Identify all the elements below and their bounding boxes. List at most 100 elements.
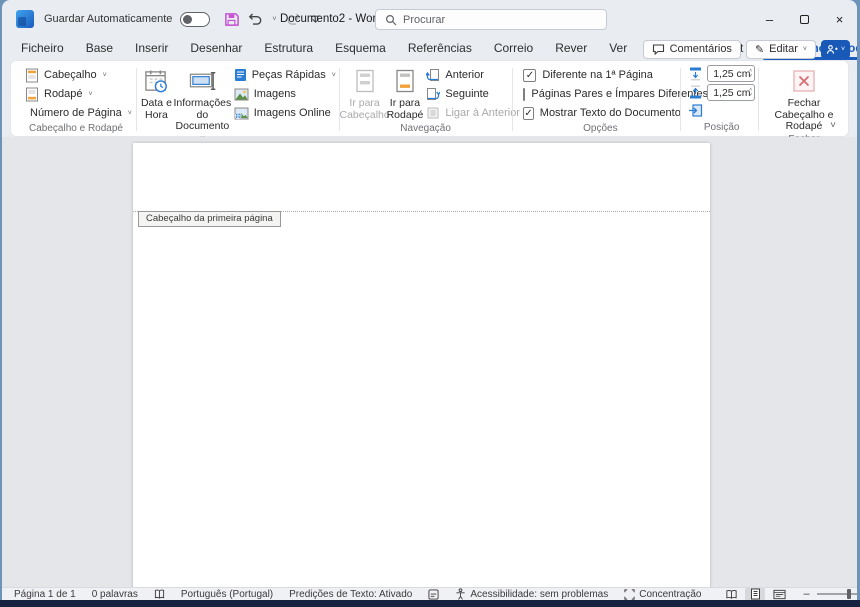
go-to-footer-button[interactable]: Ir para Rodapé	[387, 63, 424, 122]
close-header-footer-icon	[792, 69, 816, 93]
alignment-tab-icon	[688, 103, 703, 118]
header-from-top-input[interactable]: 1,25 cm ˄˅	[707, 65, 755, 82]
window-bottom-edge	[0, 600, 860, 607]
spinner-arrows-icon[interactable]: ˄˅	[749, 66, 752, 81]
save-icon[interactable]	[224, 12, 239, 27]
accessibility-status[interactable]: Acessibilidade: sem problemas	[455, 588, 608, 600]
proofing-icon[interactable]	[154, 589, 165, 600]
tab-esquema[interactable]: Esquema	[324, 38, 397, 60]
tab-base[interactable]: Base	[75, 38, 124, 60]
header-position-icon	[688, 66, 703, 81]
tab-referencias[interactable]: Referências	[397, 38, 483, 60]
link-to-previous-label: Ligar à Anterior	[445, 107, 520, 119]
date-time-label: Data e Hora	[140, 98, 173, 121]
edit-mode-button[interactable]: ✎ Editar ˅	[746, 40, 816, 59]
tab-estrutura[interactable]: Estrutura	[253, 38, 324, 60]
go-header-icon	[355, 69, 375, 93]
different-first-page-checkbox[interactable]: ✓ Diferente na 1ª Página	[523, 66, 677, 84]
group-separator	[758, 68, 759, 131]
share-button[interactable]: ˅	[821, 40, 850, 59]
tab-desenhar[interactable]: Desenhar	[179, 38, 253, 60]
toggle-knob-icon	[183, 15, 192, 24]
footer-label: Rodapé	[44, 88, 83, 100]
alignment-tab-button[interactable]	[688, 103, 755, 118]
footer-button[interactable]: Rodapé˅	[25, 85, 127, 103]
group-name-options: Opções	[523, 122, 677, 136]
maximize-icon	[800, 15, 809, 24]
link-to-previous-button: Ligar à Anterior	[426, 104, 520, 122]
pictures-label: Imagens	[254, 88, 296, 100]
doc-info-icon	[189, 70, 216, 92]
window-controls: – ×	[752, 0, 857, 38]
language-indicator[interactable]: Português (Portugal)	[181, 589, 273, 600]
tab-correio[interactable]: Correio	[483, 38, 544, 60]
header-from-top-field[interactable]: 1,25 cm ˄˅	[688, 65, 755, 82]
text-predictions[interactable]: Predições de Texto: Ativado	[289, 589, 412, 600]
zoom-slider-thumb[interactable]	[847, 589, 851, 599]
doc-info-button[interactable]: Informações do Documento ˅	[173, 63, 232, 144]
text-predictions-label: Predições de Texto: Ativado	[289, 589, 412, 600]
page-number-button[interactable]: Número de Página˅	[25, 104, 127, 122]
tab-ficheiro[interactable]: Ficheiro	[10, 38, 75, 60]
spinner-arrows-icon[interactable]: ˄˅	[749, 85, 752, 100]
ribbon-panel: Cabeçalho˅ Rodapé˅ Número de Página˅ Cab…	[10, 60, 849, 137]
group-options: ✓ Diferente na 1ª Página Páginas Pares e…	[515, 63, 677, 136]
close-button[interactable]: ×	[822, 0, 857, 38]
zoom-slider[interactable]	[817, 593, 857, 595]
group-navigation: Ir para Cabeçalho Ir para Rodapé Anterio…	[343, 63, 509, 136]
undo-dropdown-caret-icon[interactable]: ˅	[272, 16, 276, 23]
pictures-button[interactable]: Imagens	[234, 85, 336, 103]
read-mode-button[interactable]	[721, 588, 741, 601]
date-time-icon	[144, 69, 169, 94]
quick-parts-icon	[234, 68, 247, 82]
odd-even-pages-checkbox[interactable]: Páginas Pares e Ímpares Diferentes	[523, 85, 677, 103]
comments-button[interactable]: Comentários	[643, 40, 741, 59]
word-count[interactable]: 0 palavras	[92, 589, 138, 600]
word-logo-icon[interactable]	[16, 10, 34, 28]
status-bar-right: Concentração – + 100%	[624, 588, 857, 601]
group-separator	[680, 68, 681, 131]
search-input[interactable]: Procurar	[375, 9, 607, 30]
undo-icon[interactable]	[248, 12, 263, 26]
zoom-out-button[interactable]: –	[803, 588, 809, 600]
focus-icon	[624, 589, 635, 600]
web-layout-icon	[773, 589, 786, 600]
show-document-text-checkbox[interactable]: ✓ Mostrar Texto do Documento	[523, 104, 677, 122]
online-pictures-icon	[234, 107, 249, 120]
focus-mode-button[interactable]: Concentração	[624, 589, 701, 600]
footer-from-bottom-input[interactable]: 1,25 cm ˄˅	[707, 84, 755, 101]
minimize-button[interactable]: –	[752, 0, 787, 38]
search-placeholder: Procurar	[403, 14, 445, 26]
zoom-control: – + 100%	[803, 588, 857, 600]
pictures-icon	[234, 88, 249, 101]
online-pictures-button[interactable]: Imagens Online	[234, 104, 336, 122]
footer-from-bottom-field[interactable]: 1,25 cm ˄˅	[688, 84, 755, 101]
header-button[interactable]: Cabeçalho˅	[25, 66, 127, 84]
footer-position-icon	[688, 85, 703, 100]
header-from-top-value: 1,25 cm	[713, 68, 750, 80]
accessibility-label: Acessibilidade: sem problemas	[470, 589, 608, 600]
tab-rever[interactable]: Rever	[544, 38, 598, 60]
tab-inserir[interactable]: Inserir	[124, 38, 179, 60]
tab-ver[interactable]: Ver	[598, 38, 638, 60]
group-separator	[512, 68, 513, 131]
text-predictions-icon[interactable]	[428, 589, 439, 600]
page-indicator[interactable]: Página 1 de 1	[14, 589, 76, 600]
ribbon-collapse-chevron-icon[interactable]: ˅	[830, 120, 836, 131]
previous-button[interactable]: Anterior	[426, 66, 520, 84]
maximize-button[interactable]	[787, 0, 822, 38]
quick-parts-button[interactable]: Peças Rápidas˅	[234, 66, 336, 84]
edit-pencil-icon: ✎	[755, 43, 764, 56]
autosave-toggle[interactable]	[180, 12, 210, 27]
next-button[interactable]: Seguinte	[426, 85, 520, 103]
share-dropdown-caret-icon: ˅	[841, 46, 845, 53]
footer-from-bottom-value: 1,25 cm	[713, 87, 750, 99]
ribbon-wrap: Cabeçalho˅ Rodapé˅ Número de Página˅ Cab…	[2, 60, 857, 137]
print-layout-button[interactable]	[745, 588, 765, 601]
date-time-button[interactable]: Data e Hora	[140, 63, 173, 144]
web-layout-button[interactable]	[769, 588, 789, 601]
group-insert: Data e Hora Informações do Documento ˅ P…	[140, 63, 336, 136]
page[interactable]: Cabeçalho da primeira página	[133, 143, 710, 587]
focus-label: Concentração	[639, 589, 701, 600]
desktop-frame: Guardar Automaticamente ˅ Documento2 - W…	[0, 0, 860, 607]
